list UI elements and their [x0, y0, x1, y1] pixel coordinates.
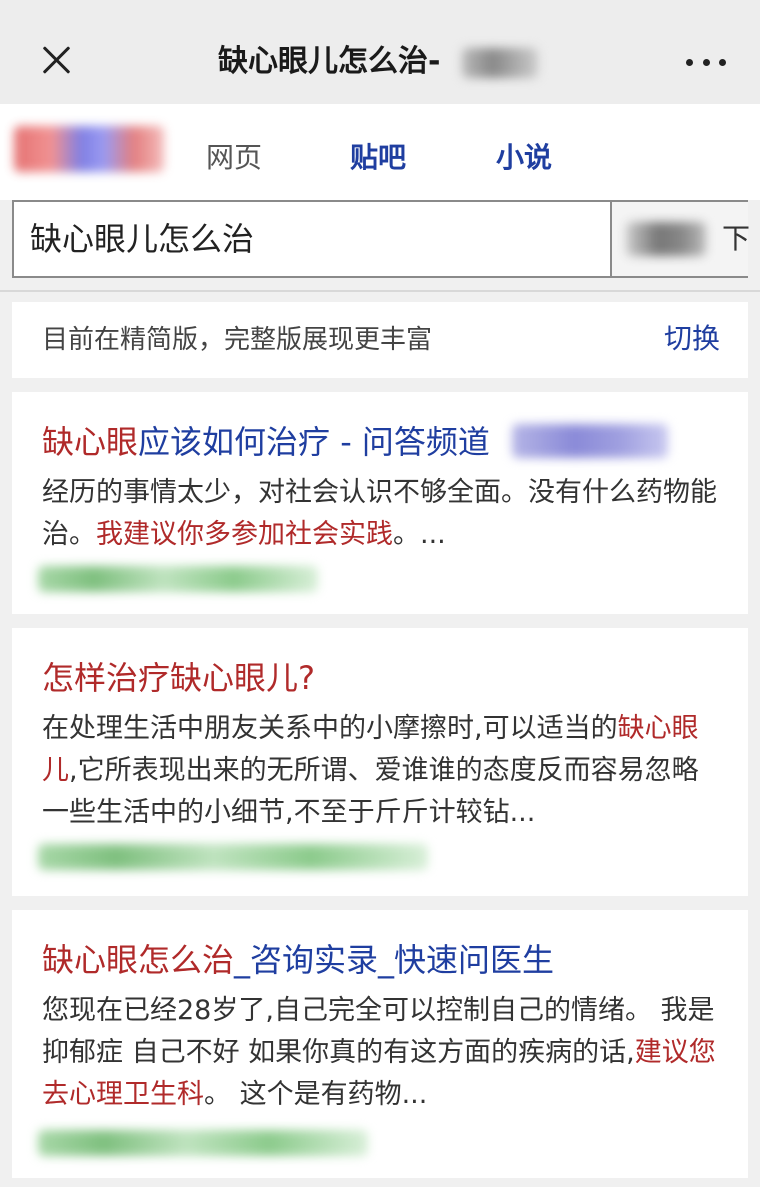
- result-title[interactable]: 缺心眼应该如何治疗 - 问答频道: [42, 420, 490, 464]
- search-nav: 网页 贴吧 小说: [0, 104, 760, 200]
- tab-web[interactable]: 网页: [206, 138, 262, 178]
- search-input[interactable]: [14, 202, 608, 276]
- source-blur: [512, 424, 668, 458]
- snippet-text: 。 这个是有药物...: [204, 1079, 428, 1110]
- search-button[interactable]: 下: [610, 202, 751, 276]
- result-title-highlight: 怎样治疗缺心眼儿?: [42, 659, 315, 697]
- snippet-text: ,它所表现出来的无所谓、爱谁谁的态度反而容易忽略一些生活中的小细节,不至于斤斤计…: [42, 755, 699, 828]
- result-snippet: 经历的事情太少，对社会认识不够全面。没有什么药物能治。我建议你多参加社会实践。.…: [42, 472, 722, 556]
- result-snippet: 在处理生活中朋友关系中的小摩擦时,可以适当的缺心眼儿,它所表现出来的无所谓、爱谁…: [42, 708, 722, 834]
- result-card: 怎样治疗缺心眼儿? 在处理生活中朋友关系中的小摩擦时,可以适当的缺心眼儿,它所表…: [12, 628, 748, 896]
- result-url[interactable]: [38, 1130, 368, 1156]
- divider: [0, 290, 760, 292]
- result-card: 缺心眼怎么治_咨询实录_快速问医生 您现在已经28岁了,自己完全可以控制自己的情…: [12, 910, 748, 1178]
- result-title-rest: 应该如何治疗 - 问答频道: [138, 423, 490, 461]
- page-title: 缺心眼儿怎么治-: [218, 44, 441, 79]
- result-card: 缺心眼应该如何治疗 - 问答频道 经历的事情太少，对社会认识不够全面。没有什么药…: [12, 392, 748, 614]
- result-title-rest: _咨询实录_快速问医生: [234, 941, 555, 979]
- snippet-highlight: 我建议你多参加社会实践: [96, 519, 393, 550]
- search-button-blur: [626, 222, 706, 256]
- more-dots-icon[interactable]: [686, 52, 726, 72]
- tab-tieba[interactable]: 贴吧: [350, 138, 406, 178]
- search-bar: 下: [12, 200, 751, 278]
- result-title[interactable]: 怎样治疗缺心眼儿?: [42, 656, 315, 700]
- search-button-label: 下: [722, 222, 751, 255]
- title-blur: [462, 48, 538, 78]
- switch-link[interactable]: 切换: [664, 320, 720, 358]
- result-url[interactable]: [38, 566, 318, 592]
- result-snippet: 您现在已经28岁了,自己完全可以控制自己的情绪。 我是抑郁症 自己不好 如果你真…: [42, 990, 722, 1116]
- logo[interactable]: [14, 126, 164, 172]
- snippet-text: 。...: [393, 519, 446, 550]
- result-title[interactable]: 缺心眼怎么治_咨询实录_快速问医生: [42, 938, 554, 982]
- tab-novel[interactable]: 小说: [496, 138, 552, 178]
- snippet-text: 您现在已经28岁了,自己完全可以控制自己的情绪。 我是抑郁症 自己不好 如果你真…: [42, 995, 715, 1068]
- result-title-highlight: 缺心眼: [42, 423, 139, 461]
- top-bar: 缺心眼儿怎么治-: [0, 0, 760, 104]
- result-title-highlight: 缺心眼怎么治: [42, 941, 235, 979]
- notice-text: 目前在精简版，完整版展现更丰富: [42, 325, 433, 355]
- version-notice: 目前在精简版，完整版展现更丰富 切换: [12, 302, 748, 378]
- result-url[interactable]: [38, 844, 428, 870]
- snippet-text: 在处理生活中朋友关系中的小摩擦时,可以适当的: [42, 713, 618, 744]
- close-icon[interactable]: [36, 40, 76, 80]
